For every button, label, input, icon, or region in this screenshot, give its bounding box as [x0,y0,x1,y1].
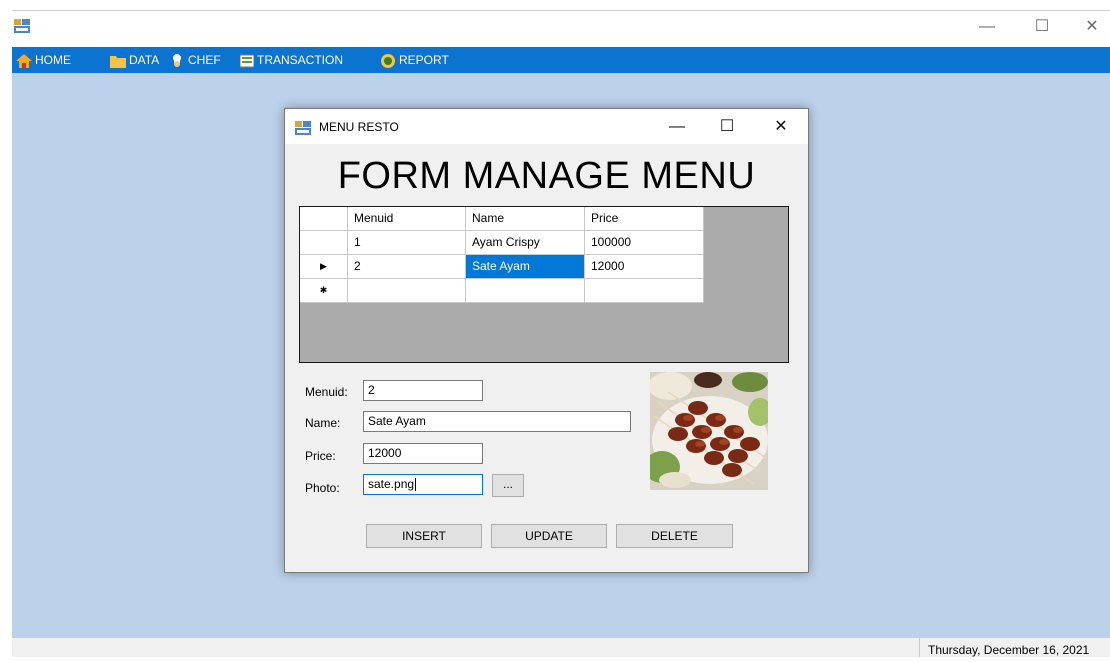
menu-item-label: CHEF [188,53,221,67]
grid-cell[interactable]: 2 [348,255,466,279]
column-header[interactable]: Name [466,207,585,231]
price-field[interactable]: 12000 [363,443,483,464]
transaction-icon [240,54,254,68]
menu-item-report[interactable]: REPORT [380,47,449,73]
grid-cell[interactable] [585,279,704,303]
grid-cell[interactable] [348,279,466,303]
photo-field[interactable]: sate.png [363,474,483,495]
grid-cell[interactable]: 100000 [585,231,704,255]
menu-strip: HOME DATA CHEF TRANSACTION REPORT [12,47,1110,73]
photo-label: Photo: [305,481,340,495]
grid-cell-selected[interactable]: Sate Ayam [466,255,585,279]
row-header[interactable] [300,231,348,255]
menu-photo [650,372,768,490]
menu-item-chef[interactable]: CHEF [169,47,221,73]
menu-item-transaction[interactable]: TRANSACTION [240,47,343,73]
row-header-current[interactable]: ▶ [300,255,348,279]
child-maximize-button[interactable]: ☐ [707,113,747,141]
child-minimize-button[interactable]: — [657,113,697,141]
row-header-new[interactable]: ✱ [300,279,348,303]
menu-item-label: TRANSACTION [257,53,344,67]
menu-item-label: REPORT [399,53,449,67]
title-bar-divider [12,10,1110,11]
minimize-button[interactable]: — [965,14,1009,40]
text-caret [415,478,417,492]
form-app-icon [295,121,311,135]
menuid-label: Menuid: [305,385,348,399]
folder-icon [110,55,126,68]
sate-photo [650,372,768,490]
home-icon [16,53,32,68]
menu-item-label: HOME [35,53,71,67]
grid-cell[interactable]: 12000 [585,255,704,279]
child-window-menu-resto: MENU RESTO — ☐ ✕ FORM MANAGE MENU Menuid… [284,108,809,573]
delete-button[interactable]: DELETE [616,524,733,548]
update-button[interactable]: UPDATE [491,524,607,548]
menuid-field[interactable]: 2 [363,380,483,401]
grid-cell[interactable]: Ayam Crispy [466,231,585,255]
column-header[interactable]: Price [585,207,704,231]
maximize-button[interactable]: ☐ [1020,14,1064,40]
status-bar: Thursday, December 16, 2021 [12,638,1110,657]
column-header[interactable]: Menuid [348,207,466,231]
chef-icon [173,53,181,67]
menu-item-label: DATA [129,53,160,67]
child-title-bar: MENU RESTO — ☐ ✕ [285,109,808,144]
close-button[interactable]: ✕ [1070,14,1110,40]
report-icon [381,53,395,68]
price-label: Price: [305,449,336,463]
menu-data-grid[interactable]: Menuid Name Price 1 Ayam Crispy 100000 ▶… [299,206,789,363]
child-window-title: MENU RESTO [319,120,399,134]
form-heading: FORM MANAGE MENU [337,155,756,197]
menu-item-data[interactable]: DATA [110,47,159,73]
form-app-icon [14,19,30,33]
insert-button[interactable]: INSERT [366,524,482,548]
grid-cell[interactable]: 1 [348,231,466,255]
menu-item-home[interactable]: HOME [16,47,71,73]
status-date: Thursday, December 16, 2021 [919,638,1090,657]
name-field[interactable]: Sate Ayam [363,411,631,432]
photo-field-text: sate.png [368,477,415,491]
grid-corner-header[interactable] [300,207,348,231]
grid-cell[interactable] [466,279,585,303]
main-title-bar: — ☐ ✕ [0,0,1110,47]
child-close-button[interactable]: ✕ [761,113,801,141]
browse-photo-button[interactable]: ... [492,474,524,497]
name-label: Name: [305,416,341,430]
